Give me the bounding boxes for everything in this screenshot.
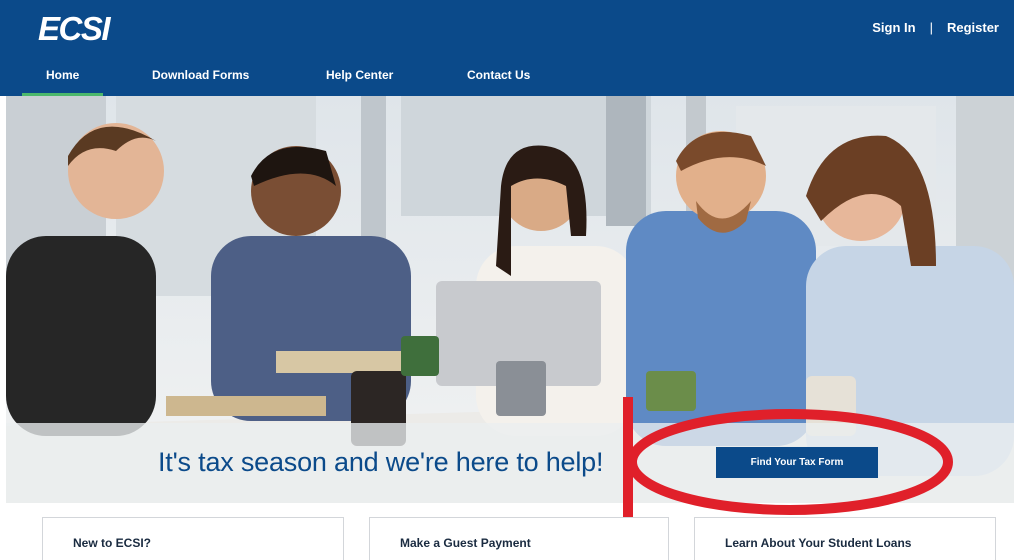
card-guest-payment[interactable]: Make a Guest Payment <box>369 517 669 560</box>
register-link[interactable]: Register <box>947 20 999 35</box>
site-header: ECSI Sign In | Register Home Download Fo… <box>0 0 1014 96</box>
main-nav: Home Download Forms Help Center Contact … <box>0 62 1014 96</box>
account-links: Sign In | Register <box>872 20 999 35</box>
card-title: Make a Guest Payment <box>400 536 531 550</box>
ecsi-logo[interactable]: ECSI <box>38 10 111 48</box>
sign-in-link[interactable]: Sign In <box>872 20 915 35</box>
nav-download-forms[interactable]: Download Forms <box>152 62 249 96</box>
find-tax-form-button[interactable]: Find Your Tax Form <box>716 447 878 478</box>
link-separator: | <box>929 20 933 35</box>
hero-headline: It's tax season and we're here to help! <box>158 447 604 477</box>
nav-help-center[interactable]: Help Center <box>326 62 393 96</box>
card-title: Learn About Your Student Loans <box>725 536 912 550</box>
card-student-loans[interactable]: Learn About Your Student Loans <box>694 517 996 560</box>
card-title: New to ECSI? <box>73 536 152 550</box>
nav-home[interactable]: Home <box>21 62 104 96</box>
card-new-to-ecsi[interactable]: New to ECSI? <box>42 517 344 560</box>
nav-contact-us[interactable]: Contact Us <box>467 62 530 96</box>
